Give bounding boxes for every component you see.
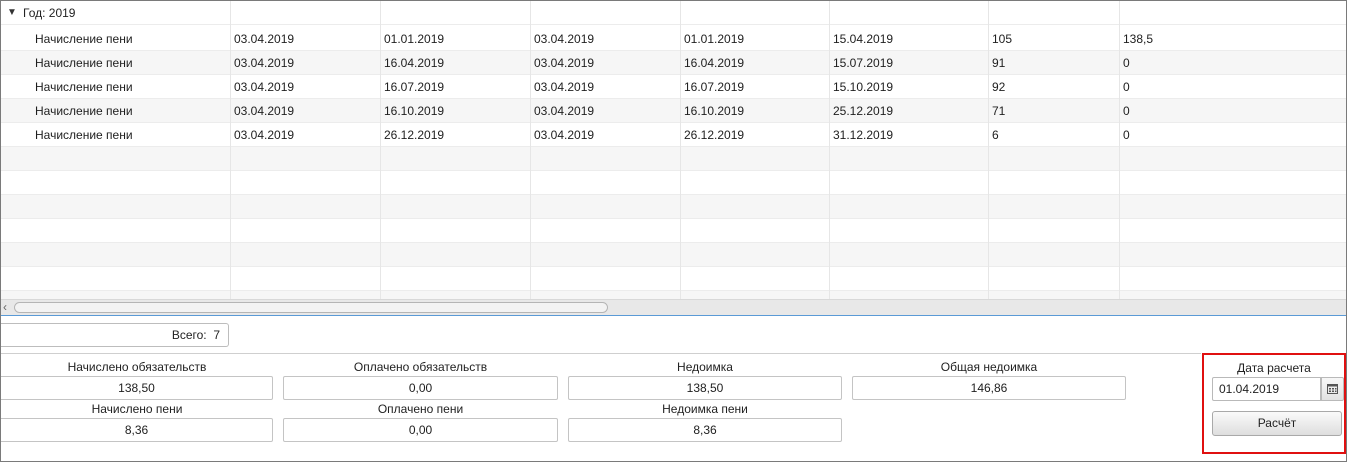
empty-row — [1, 171, 1346, 195]
table-cell: 91 — [992, 56, 1006, 70]
table-cell-operation: Начисление пени — [35, 32, 133, 46]
table-row[interactable]: Начисление пени 03.04.2019 16.10.2019 03… — [1, 99, 1346, 123]
table-cell: 25.12.2019 — [833, 104, 894, 118]
paid-obligations-label: Оплачено обязательств — [353, 360, 488, 374]
accrued-obligations-label: Начислено обязательств — [67, 360, 207, 374]
calculation-date-label: Дата расчета — [1237, 361, 1311, 375]
table-cell: 138,5 — [1123, 32, 1154, 46]
table-cell-operation: Начисление пени — [35, 80, 133, 94]
table-cell: 0 — [1123, 128, 1130, 142]
paid-penalty-field[interactable]: 0,00 — [283, 418, 558, 442]
table-cell: 0 — [1123, 80, 1130, 94]
table-cell: 16.04.2019 — [684, 56, 745, 70]
table-cell: 03.04.2019 — [234, 128, 295, 142]
empty-row — [1, 219, 1346, 243]
paid-obligations-field[interactable]: 0,00 — [283, 376, 558, 400]
table-cell: 105 — [992, 32, 1013, 46]
penalty-arrears-label: Недоимка пени — [662, 402, 748, 416]
column-divider — [530, 1, 531, 299]
table-cell: 0 — [1123, 104, 1130, 118]
table-row[interactable]: Начисление пени 03.04.2019 01.01.2019 03… — [1, 27, 1346, 51]
section-divider — [1, 353, 1201, 354]
empty-row — [1, 291, 1346, 299]
window-frame: ▼ Год: 2019 Начисление пени 03.04.2019 0… — [0, 0, 1347, 462]
group-label: Год: 2019 — [23, 6, 76, 20]
empty-row — [1, 267, 1346, 291]
table-cell-operation: Начисление пени — [35, 56, 133, 70]
table-cell: 03.04.2019 — [534, 32, 595, 46]
table-cell: 16.10.2019 — [384, 104, 445, 118]
table-cell: 03.04.2019 — [234, 56, 295, 70]
table-cell: 71 — [992, 104, 1006, 118]
table-cell: 16.07.2019 — [384, 80, 445, 94]
table-cell: 03.04.2019 — [234, 104, 295, 118]
table-cell-operation: Начисление пени — [35, 104, 133, 118]
calendar-button[interactable] — [1321, 377, 1344, 401]
table-cell-operation: Начисление пени — [35, 128, 133, 142]
table-cell: 6 — [992, 128, 999, 142]
column-divider — [1119, 1, 1120, 299]
table-cell: 26.12.2019 — [384, 128, 445, 142]
total-arrears-label: Общая недоимка — [940, 360, 1038, 374]
table-cell: 15.10.2019 — [833, 80, 894, 94]
table-cell: 0 — [1123, 56, 1130, 70]
column-divider — [680, 1, 681, 299]
calculate-button[interactable]: Расчёт — [1212, 411, 1342, 436]
table-cell: 01.01.2019 — [684, 32, 745, 46]
calculation-panel: Дата расчета 01.04.2019 Расчёт — [1202, 353, 1346, 454]
table-cell: 26.12.2019 — [684, 128, 745, 142]
table-cell: 03.04.2019 — [234, 32, 295, 46]
calendar-icon — [1327, 384, 1338, 394]
scroll-left-icon[interactable]: ‹ — [3, 300, 7, 315]
arrears-field[interactable]: 138,50 — [568, 376, 842, 400]
table-row[interactable]: Начисление пени 03.04.2019 16.04.2019 03… — [1, 51, 1346, 75]
horizontal-scrollbar[interactable]: ‹ — [1, 299, 1346, 316]
penalty-table: ▼ Год: 2019 Начисление пени 03.04.2019 0… — [1, 1, 1346, 299]
table-cell: 01.01.2019 — [384, 32, 445, 46]
table-cell: 03.04.2019 — [534, 128, 595, 142]
table-row[interactable]: Начисление пени 03.04.2019 16.07.2019 03… — [1, 75, 1346, 99]
empty-row — [1, 243, 1346, 267]
table-row[interactable]: Начисление пени 03.04.2019 26.12.2019 03… — [1, 123, 1346, 147]
empty-row — [1, 195, 1346, 219]
table-cell: 16.07.2019 — [684, 80, 745, 94]
column-divider — [230, 1, 231, 299]
calculation-date-input[interactable]: 01.04.2019 — [1212, 377, 1321, 401]
column-divider — [988, 1, 989, 299]
total-count-box: Всего: 7 — [1, 323, 229, 347]
arrears-label: Недоимка — [677, 360, 733, 374]
empty-row — [1, 147, 1346, 171]
table-cell: 03.04.2019 — [534, 104, 595, 118]
scrollbar-thumb[interactable] — [14, 302, 608, 313]
table-cell: 92 — [992, 80, 1006, 94]
table-cell: 15.04.2019 — [833, 32, 894, 46]
accrued-penalty-label: Начислено пени — [91, 402, 183, 416]
total-value: 7 — [213, 328, 220, 342]
accrued-obligations-field[interactable]: 138,50 — [1, 376, 273, 400]
group-row[interactable]: ▼ Год: 2019 — [1, 1, 1346, 25]
table-cell: 03.04.2019 — [534, 56, 595, 70]
table-cell: 03.04.2019 — [234, 80, 295, 94]
table-cell: 16.04.2019 — [384, 56, 445, 70]
table-cell: 03.04.2019 — [534, 80, 595, 94]
accrued-penalty-field[interactable]: 8,36 — [1, 418, 273, 442]
table-cell: 16.10.2019 — [684, 104, 745, 118]
table-cell: 15.07.2019 — [833, 56, 894, 70]
column-divider — [829, 1, 830, 299]
penalty-arrears-field[interactable]: 8,36 — [568, 418, 842, 442]
total-count: Всего: 7 — [172, 324, 220, 346]
column-divider — [380, 1, 381, 299]
table-cell: 31.12.2019 — [833, 128, 894, 142]
total-arrears-field[interactable]: 146,86 — [852, 376, 1126, 400]
total-label: Всего: — [171, 328, 207, 342]
paid-penalty-label: Оплачено пени — [377, 402, 464, 416]
triangle-down-icon[interactable]: ▼ — [7, 1, 17, 25]
